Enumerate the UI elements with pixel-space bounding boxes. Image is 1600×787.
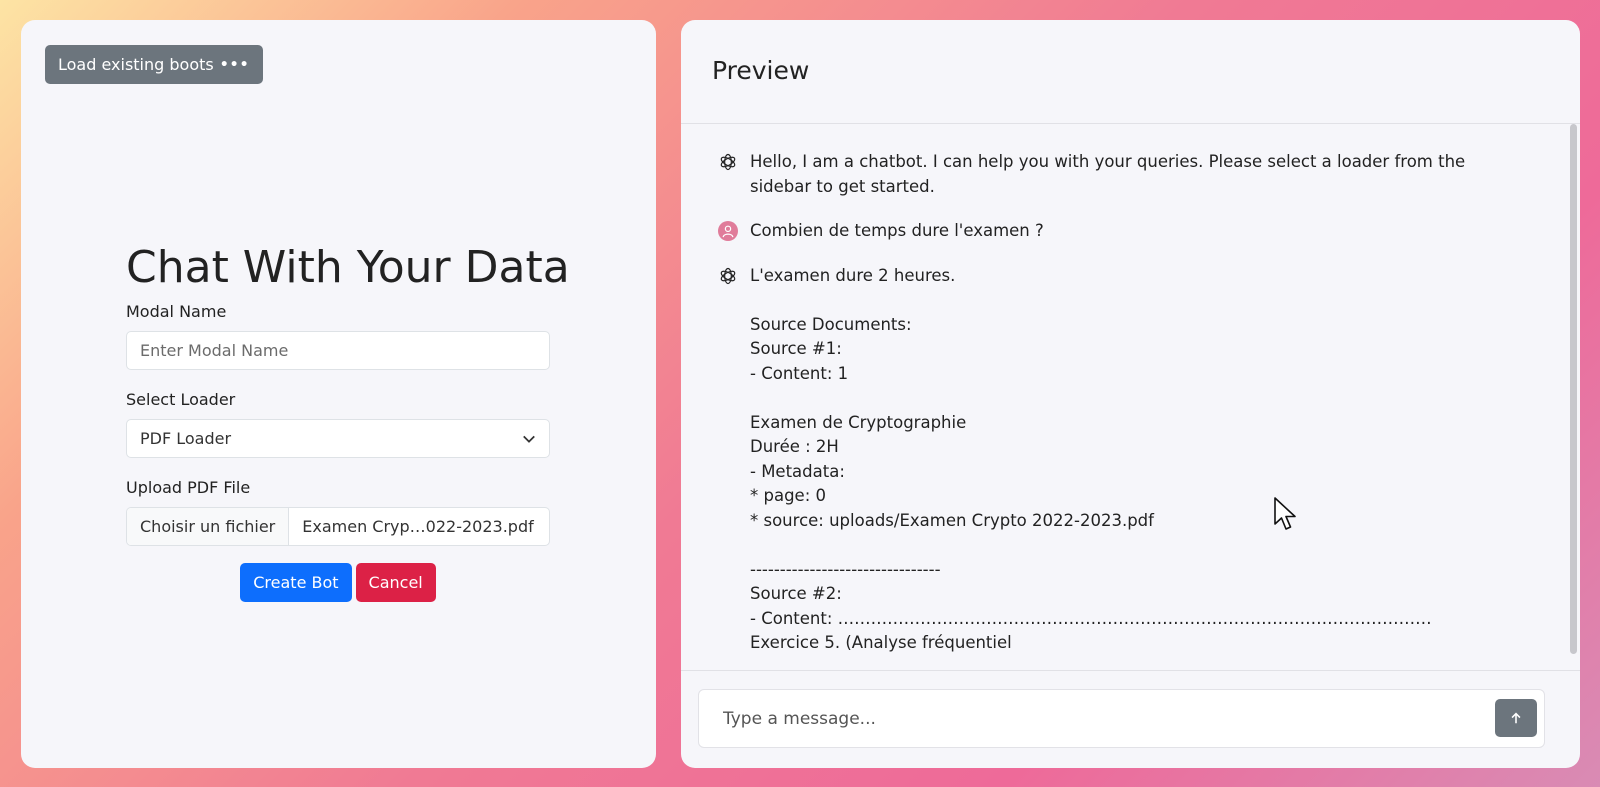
openai-logo-icon — [718, 152, 738, 172]
choose-file-button[interactable]: Choisir un fichier — [127, 508, 290, 545]
chat-message-bot: Hello, I am a chatbot. I can help you wi… — [718, 150, 1518, 199]
page-title: Chat With Your Data — [126, 242, 570, 293]
cancel-button[interactable]: Cancel — [355, 563, 436, 602]
mouse-cursor-icon — [1274, 497, 1296, 530]
left-panel: Load existing boots ••• Chat With Your D… — [21, 20, 656, 768]
preview-panel: Preview Hello, I am a chatbot. I can hel… — [681, 20, 1580, 768]
preview-header: Preview — [681, 20, 1580, 124]
message-input-wrapper — [698, 689, 1545, 748]
preview-title: Preview — [712, 56, 810, 85]
loader-select-value: PDF Loader — [140, 429, 232, 448]
send-button[interactable] — [1495, 699, 1537, 737]
file-upload-input[interactable]: Choisir un fichier Examen Cryp…022-2023.… — [126, 507, 550, 546]
user-icon — [718, 221, 738, 241]
arrow-up-icon — [1511, 712, 1521, 724]
upload-label: Upload PDF File — [126, 478, 251, 497]
loader-select[interactable]: PDF Loader — [126, 419, 550, 458]
chat-message-bot: L'examen dure 2 heures. Source Documents… — [718, 264, 1518, 656]
create-bot-button[interactable]: Create Bot — [240, 563, 352, 602]
message-input[interactable] — [699, 690, 1479, 747]
selected-file-name: Examen Cryp…022-2023.pdf — [302, 517, 534, 536]
modal-name-label: Modal Name — [126, 302, 227, 321]
message-text: Hello, I am a chatbot. I can help you wi… — [750, 152, 1471, 196]
openai-logo-icon — [718, 266, 738, 286]
ellipsis-icon: ••• — [219, 56, 250, 73]
chat-message-user: Combien de temps dure l'examen ? — [718, 219, 1518, 244]
chevron-down-icon — [523, 435, 535, 443]
create-bot-form: Chat With Your Data Modal Name Select Lo… — [126, 242, 570, 602]
select-loader-label: Select Loader — [126, 390, 236, 409]
message-text: Combien de temps dure l'examen ? — [750, 221, 1044, 240]
form-actions: Create Bot Cancel — [126, 563, 550, 602]
chat-messages[interactable]: Hello, I am a chatbot. I can help you wi… — [681, 124, 1580, 670]
load-existing-bots-label: Load existing boots — [58, 55, 214, 74]
modal-name-input[interactable] — [126, 331, 550, 370]
load-existing-bots-button[interactable]: Load existing boots ••• — [45, 45, 263, 84]
message-text: L'examen dure 2 heures. Source Documents… — [750, 265, 1432, 653]
message-composer — [681, 670, 1580, 768]
chat-scrollbar[interactable] — [1570, 124, 1577, 654]
